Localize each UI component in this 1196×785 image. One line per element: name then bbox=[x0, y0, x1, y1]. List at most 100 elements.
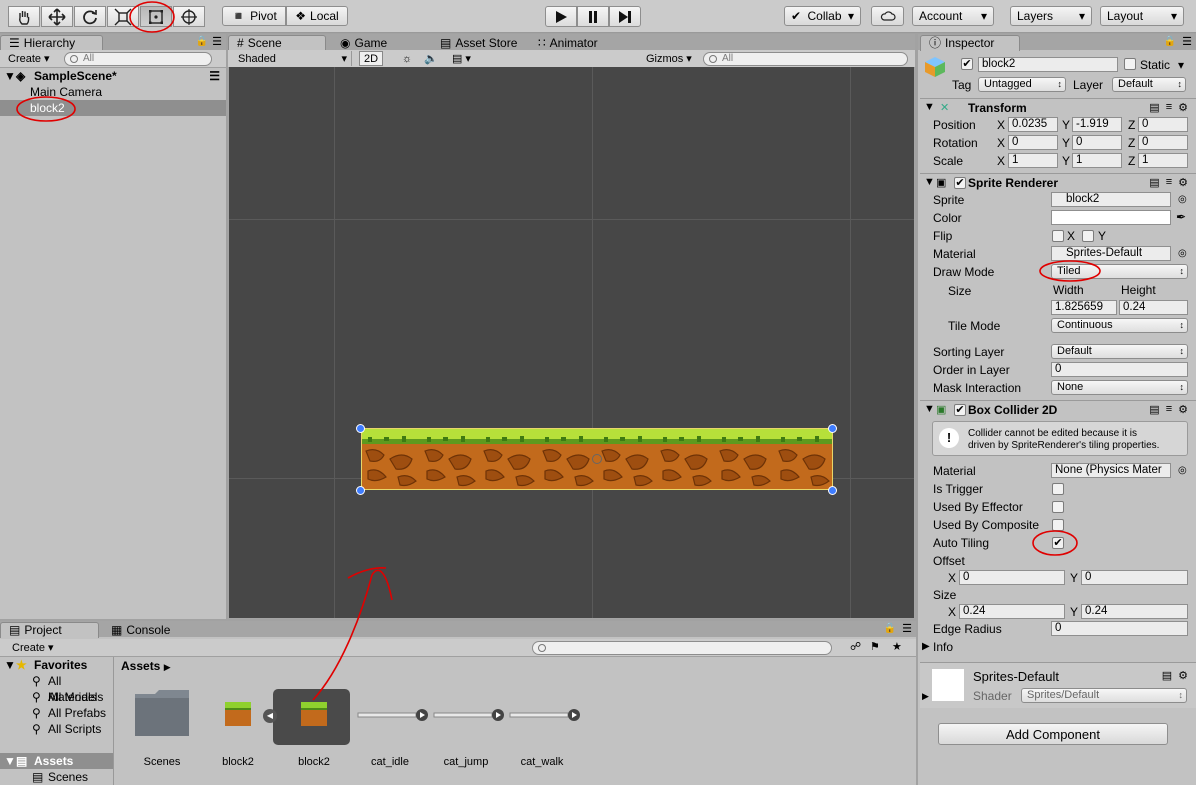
rect-handle-top-left[interactable] bbox=[356, 424, 365, 433]
breadcrumb[interactable]: Assets ▶ bbox=[121, 659, 171, 673]
object-name-field[interactable]: block2 bbox=[978, 57, 1118, 72]
scenes-folder-row[interactable]: ▤ Scenes bbox=[0, 769, 113, 785]
expand-arrow-icon[interactable]: ▼ bbox=[4, 68, 16, 84]
tab-asset-store[interactable]: ▤ Asset Store bbox=[432, 35, 525, 51]
menu-icon[interactable]: ☰ bbox=[1182, 35, 1192, 48]
preset-icon[interactable]: ≡ bbox=[1166, 101, 1172, 114]
local-toggle[interactable]: ❖ Local bbox=[286, 6, 348, 26]
asset-item-cat-walk[interactable]: cat_walk bbox=[502, 688, 582, 768]
box-collider-enabled-checkbox[interactable]: ✔ bbox=[954, 404, 966, 416]
expand-arrow-icon[interactable]: ▶ bbox=[922, 640, 930, 654]
favorite-item[interactable]: ⚲ All Models bbox=[0, 689, 113, 705]
add-component-button[interactable]: Add Component bbox=[938, 723, 1168, 745]
gizmos-dropdown[interactable]: Gizmos ▾ bbox=[642, 51, 696, 66]
pivot-toggle[interactable]: ◾ Pivot bbox=[222, 6, 286, 26]
used-by-composite-checkbox[interactable] bbox=[1052, 519, 1064, 531]
gear-icon[interactable]: ⚙ bbox=[1178, 669, 1188, 682]
lock-icon[interactable]: 🔒 bbox=[884, 623, 896, 634]
preset-icon[interactable]: ≡ bbox=[1166, 176, 1172, 189]
tab-animator[interactable]: ∷ Animator bbox=[530, 35, 606, 51]
tab-scene[interactable]: # Scene bbox=[228, 35, 326, 51]
sprite-field[interactable]: block2 bbox=[1051, 192, 1171, 207]
rect-handle-bottom-left[interactable] bbox=[356, 486, 365, 495]
object-picker-icon[interactable]: ◎ bbox=[1178, 464, 1187, 478]
asset-item-block2-sprite[interactable]: block2 bbox=[198, 688, 278, 768]
pause-button[interactable] bbox=[577, 6, 609, 27]
gear-icon[interactable]: ⚙ bbox=[1178, 176, 1188, 189]
tab-game[interactable]: ◉ Game bbox=[332, 35, 395, 51]
rotation-y-field[interactable]: 0 bbox=[1072, 135, 1122, 150]
gear-icon[interactable]: ⚙ bbox=[1178, 403, 1188, 416]
menu-icon[interactable]: ☰ bbox=[902, 622, 912, 635]
scale-y-field[interactable]: 1 bbox=[1072, 153, 1122, 168]
lighting-toggle[interactable]: ☼ bbox=[398, 51, 416, 66]
expand-arrow-icon[interactable]: ▼ bbox=[4, 657, 16, 673]
sorting-layer-dropdown[interactable]: Default bbox=[1051, 344, 1188, 359]
transform-header[interactable]: ▼ ✕ Transform ▤ ≡ ⚙ bbox=[920, 98, 1196, 116]
auto-tiling-checkbox[interactable]: ✔ bbox=[1052, 537, 1064, 549]
favorites-row[interactable]: ▼ ★ Favorites bbox=[0, 657, 113, 673]
rotation-z-field[interactable]: 0 bbox=[1138, 135, 1188, 150]
object-picker-icon[interactable]: ◎ bbox=[1178, 193, 1187, 207]
tab-hierarchy[interactable]: ☰ Hierarchy bbox=[0, 35, 103, 51]
hierarchy-item-block2[interactable]: block2 bbox=[0, 100, 226, 116]
filter-type-icon[interactable]: ☍ bbox=[850, 640, 861, 653]
flip-x-checkbox[interactable] bbox=[1052, 230, 1064, 242]
scene-row[interactable]: ▼ ◈ SampleScene* ☰ bbox=[0, 68, 226, 84]
effects-dropdown[interactable]: ▤ ▾ bbox=[448, 51, 475, 66]
tag-dropdown[interactable]: Untagged bbox=[978, 77, 1066, 92]
collider-size-y-field[interactable]: 0.24 bbox=[1081, 604, 1188, 619]
menu-icon[interactable]: ☰ bbox=[212, 35, 222, 48]
color-swatch[interactable] bbox=[1051, 210, 1171, 225]
sprite-renderer-header[interactable]: ▼ ▣ ✔ Sprite Renderer ▤ ≡ ⚙ bbox=[920, 173, 1196, 191]
asset-item-block2-prefab[interactable]: block2 bbox=[274, 688, 354, 768]
favorite-item[interactable]: ⚲ All Materials bbox=[0, 673, 113, 704]
favorite-item[interactable]: ⚲ All Scripts bbox=[0, 721, 113, 737]
expand-arrow-icon[interactable]: ▼ bbox=[4, 753, 16, 769]
asset-item-cat-jump[interactable]: cat_jump bbox=[426, 688, 506, 768]
play-button[interactable] bbox=[545, 6, 577, 27]
draw-mode-dropdown[interactable]: Tiled bbox=[1051, 264, 1188, 279]
active-checkbox[interactable]: ✔ bbox=[961, 58, 973, 70]
create-button[interactable]: Create ▾ bbox=[4, 51, 54, 66]
scene-viewport[interactable] bbox=[229, 67, 914, 618]
shader-dropdown[interactable]: Sprites/Default bbox=[1021, 688, 1187, 703]
2d-toggle[interactable]: 2D bbox=[359, 51, 384, 66]
expand-arrow-icon[interactable]: ▼ bbox=[924, 403, 935, 415]
position-y-field[interactable]: -1.919 bbox=[1072, 117, 1122, 132]
expand-arrow-icon[interactable]: ▼ bbox=[924, 176, 935, 188]
help-icon[interactable]: ▤ bbox=[1149, 101, 1159, 114]
rect-handle-bottom-right[interactable] bbox=[828, 486, 837, 495]
scale-tool-button[interactable] bbox=[107, 6, 139, 27]
hand-tool-button[interactable] bbox=[8, 6, 40, 27]
cloud-button[interactable] bbox=[871, 6, 904, 26]
static-checkbox[interactable] bbox=[1124, 58, 1136, 70]
sprite-renderer-enabled-checkbox[interactable]: ✔ bbox=[954, 177, 966, 189]
expand-arrow-icon[interactable]: ▼ bbox=[924, 101, 935, 113]
offset-x-field[interactable]: 0 bbox=[959, 570, 1065, 585]
position-x-field[interactable]: 0.0235 bbox=[1008, 117, 1058, 132]
offset-y-field[interactable]: 0 bbox=[1081, 570, 1188, 585]
account-dropdown[interactable]: Account ▾ bbox=[912, 6, 994, 26]
flip-y-checkbox[interactable] bbox=[1082, 230, 1094, 242]
expand-arrow-icon[interactable]: ▶ bbox=[922, 691, 929, 702]
collab-dropdown[interactable]: ✔ Collab ▾ bbox=[784, 6, 861, 26]
tile-mode-dropdown[interactable]: Continuous bbox=[1051, 318, 1188, 333]
lock-icon[interactable]: 🔒 bbox=[196, 36, 208, 47]
size-height-field[interactable]: 0.24 bbox=[1119, 300, 1188, 315]
create-button[interactable]: Create ▾ bbox=[8, 640, 58, 655]
rect-tool-button[interactable] bbox=[140, 6, 172, 27]
hierarchy-item-main-camera[interactable]: Main Camera bbox=[0, 84, 226, 100]
help-icon[interactable]: ▤ bbox=[1149, 176, 1159, 189]
pivot-handle[interactable] bbox=[592, 454, 602, 464]
help-icon[interactable]: ▤ bbox=[1162, 669, 1172, 682]
help-icon[interactable]: ▤ bbox=[1149, 403, 1159, 416]
audio-toggle[interactable]: 🔈 bbox=[420, 51, 442, 66]
star-icon[interactable]: ★ bbox=[892, 640, 902, 653]
preset-icon[interactable]: ≡ bbox=[1166, 403, 1172, 416]
rect-handle-top-right[interactable] bbox=[828, 424, 837, 433]
edge-radius-field[interactable]: 0 bbox=[1051, 621, 1188, 636]
tab-project[interactable]: ▤ Project bbox=[0, 622, 99, 638]
eyedropper-icon[interactable]: ✒ bbox=[1176, 210, 1186, 224]
scene-search-input[interactable]: All bbox=[703, 52, 908, 66]
